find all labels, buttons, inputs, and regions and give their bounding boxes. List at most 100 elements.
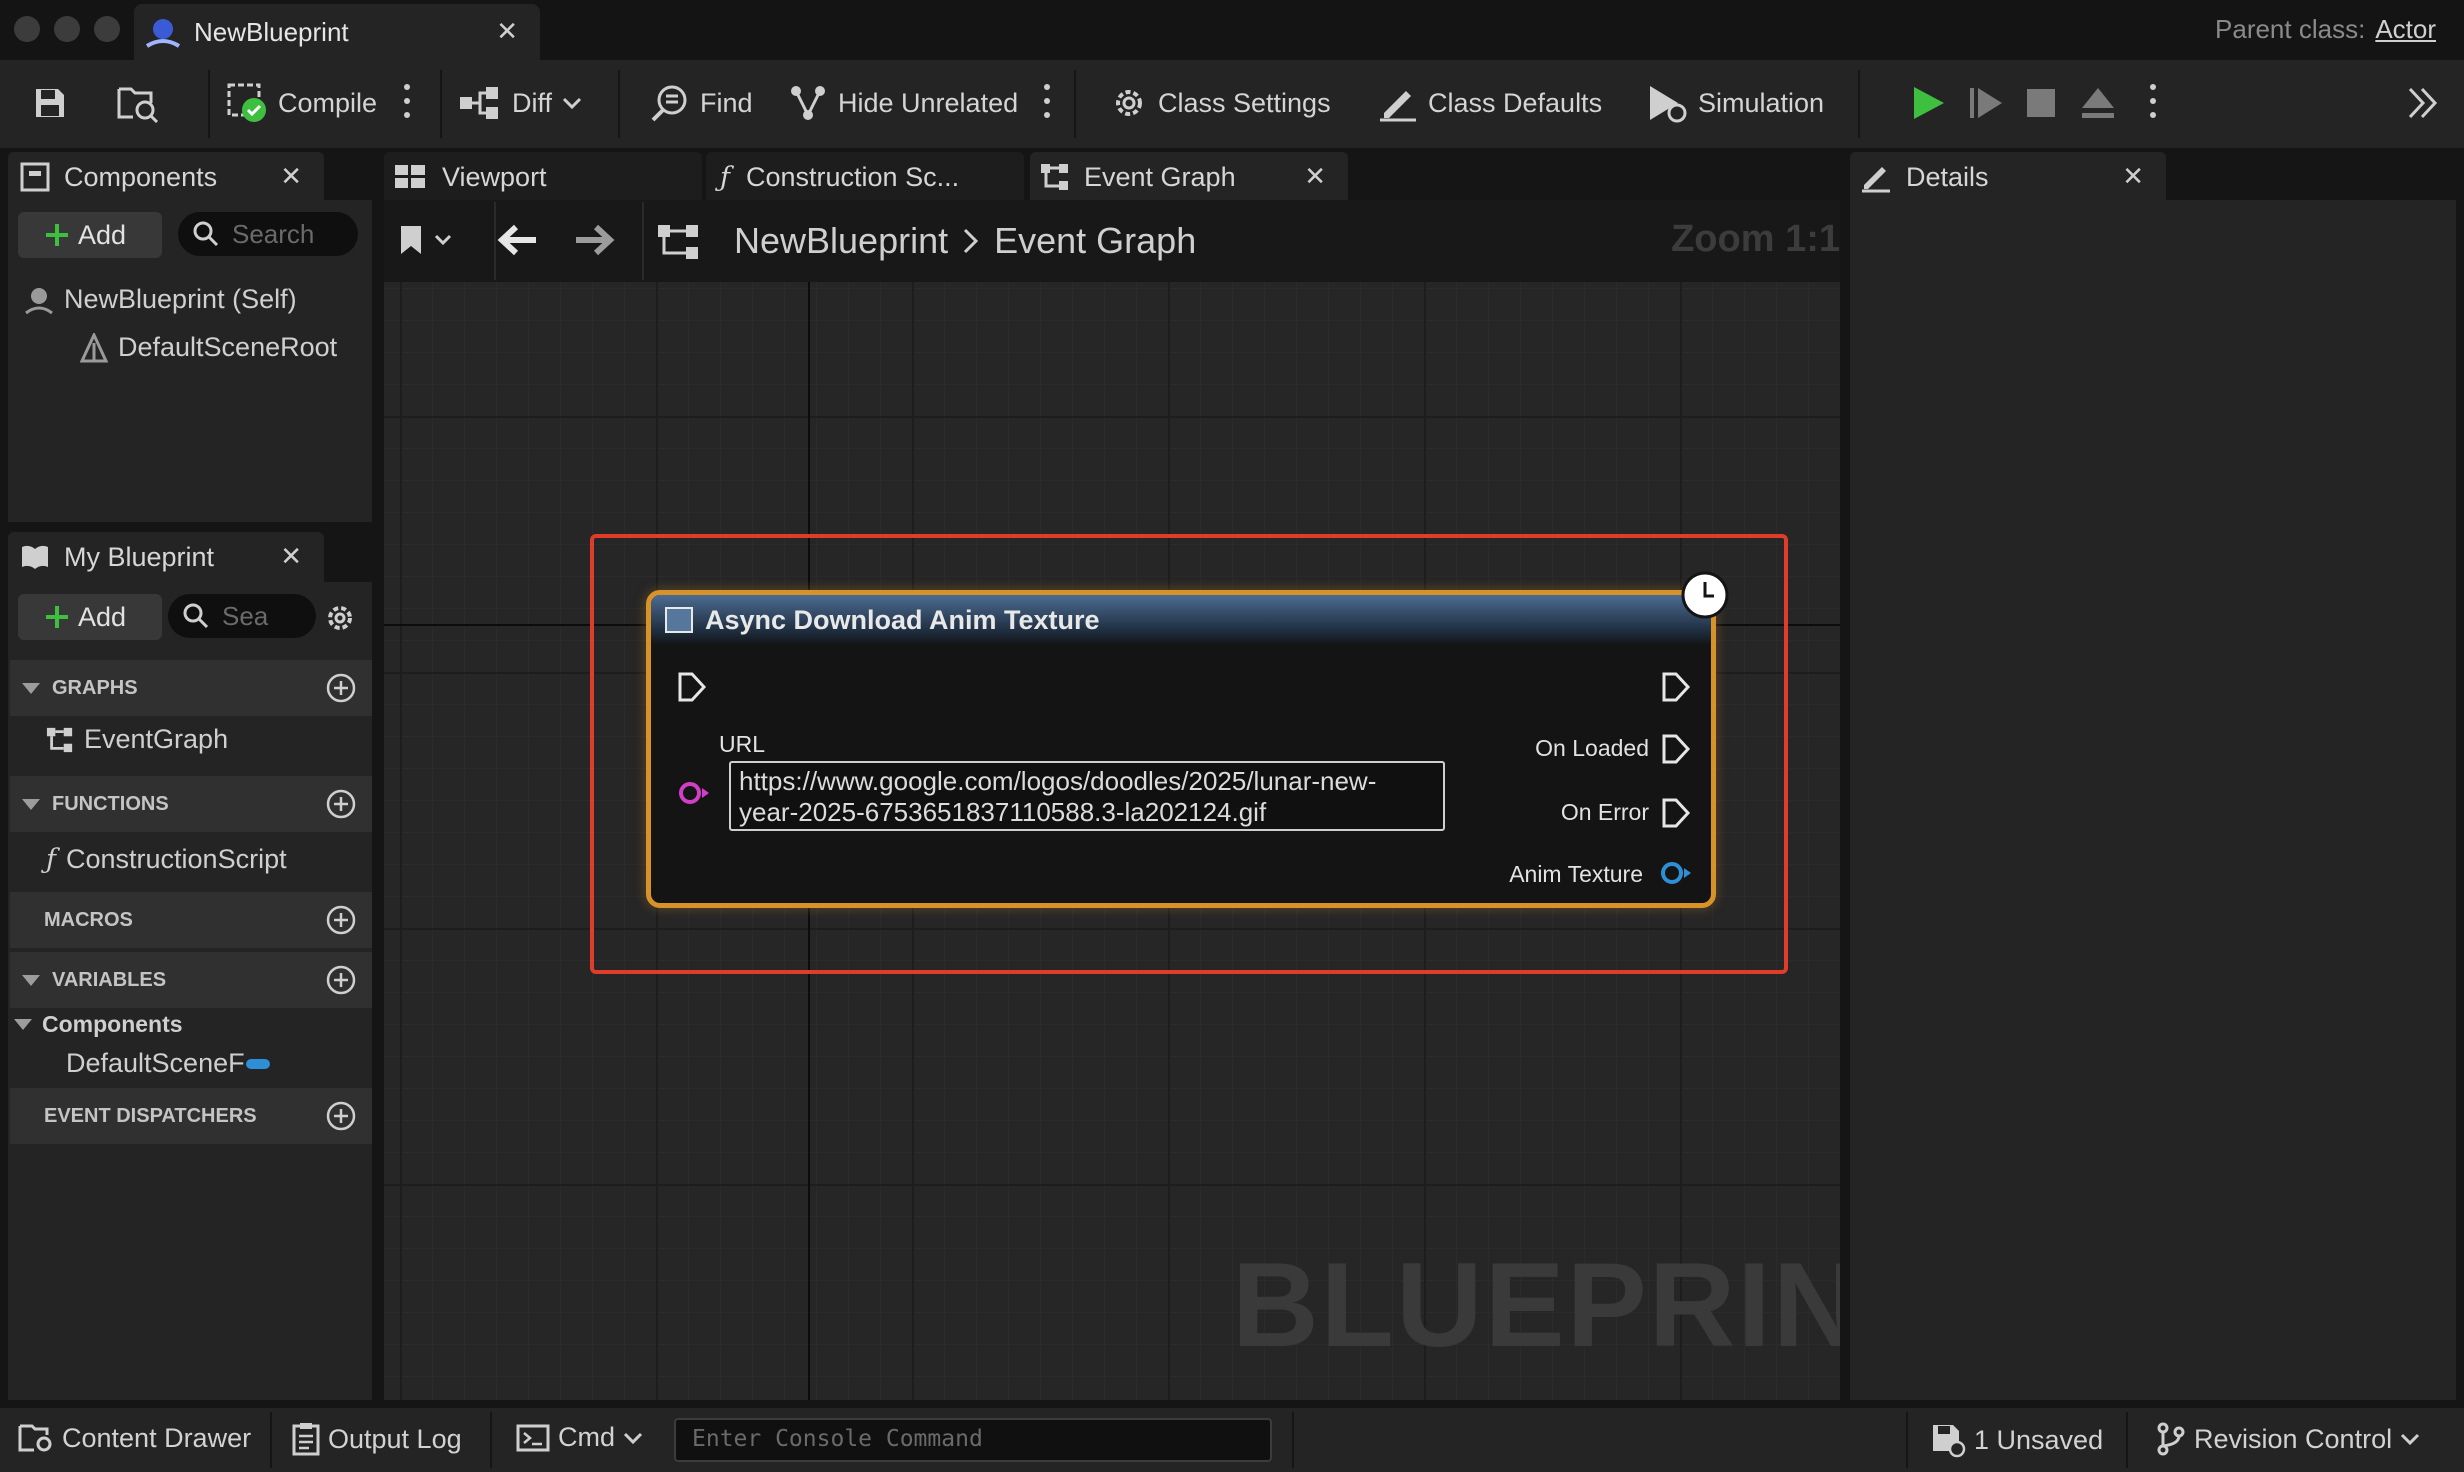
parent-class-link[interactable]: Actor [2375, 14, 2436, 44]
on-error-pin[interactable] [1661, 797, 1691, 829]
browse-button[interactable] [116, 80, 160, 126]
tab-viewport[interactable]: Viewport [384, 152, 702, 202]
object-pin-icon [1661, 862, 1691, 884]
stop-icon [2027, 89, 2055, 117]
components-search-placeholder: Search [232, 218, 315, 249]
breadcrumb-blueprint[interactable]: NewBlueprint [734, 220, 948, 262]
section-macros-label: MACROS [44, 908, 133, 931]
hide-unrelated-label: Hide Unrelated [838, 87, 1019, 118]
graph-item-eventgraph[interactable]: EventGraph [46, 724, 228, 755]
stop-button[interactable] [2026, 80, 2056, 126]
window-close-dot[interactable] [14, 16, 40, 42]
plus-icon [46, 224, 68, 246]
parent-class-label: Parent class: [2215, 14, 2366, 44]
content-drawer-button[interactable]: Content Drawer [18, 1422, 251, 1454]
my-blueprint-search-placeholder: Sea [222, 600, 269, 631]
window-minimize-dot[interactable] [54, 16, 80, 42]
variable-item-defaultsceneroot[interactable]: DefaultSceneF [66, 1048, 270, 1079]
tab-components-label: Components [64, 161, 218, 192]
simulation-label: Simulation [1698, 87, 1825, 118]
breadcrumb-graph[interactable]: Event Graph [994, 220, 1196, 262]
window-maximize-dot[interactable] [94, 16, 120, 42]
blueprint-watermark: BLUEPRINT [1232, 1238, 1937, 1372]
node-header[interactable]: Async Download Anim Texture [651, 595, 1711, 645]
compile-button[interactable]: Compile [226, 80, 377, 126]
find-button[interactable]: Find [650, 80, 753, 126]
bookmark-button[interactable] [398, 224, 452, 256]
my-blueprint-settings-icon[interactable] [324, 602, 356, 634]
save-icon [36, 89, 64, 117]
play-button[interactable] [1910, 80, 1946, 126]
output-log-button[interactable]: Output Log [292, 1422, 462, 1456]
tab-my-blueprint[interactable]: My Blueprint ✕ [8, 532, 324, 582]
revision-control-label: Revision Control [2194, 1423, 2393, 1454]
tab-event-graph-close-icon[interactable]: ✕ [1304, 161, 1326, 192]
component-item-self[interactable]: NewBlueprint (Self) [24, 284, 297, 315]
anim-texture-pin[interactable] [1659, 859, 1693, 887]
async-download-anim-texture-node[interactable]: Async Download Anim Texture URL https://… [646, 590, 1716, 908]
function-item-constructionscript-label: ConstructionScript [66, 844, 287, 874]
simulation-button[interactable]: Simulation [1646, 80, 1824, 126]
document-tab[interactable]: NewBlueprint ✕ [134, 4, 540, 60]
compile-options-icon[interactable] [404, 84, 410, 124]
save-button[interactable] [32, 80, 68, 126]
add-variable-icon[interactable] [326, 965, 356, 995]
exec-pin-icon [1662, 734, 1691, 764]
section-functions[interactable]: FUNCTIONS [10, 776, 372, 832]
document-tab-close-icon[interactable]: ✕ [496, 16, 518, 47]
section-variables[interactable]: VARIABLES [10, 952, 372, 1008]
tab-details-close-icon[interactable]: ✕ [2122, 161, 2144, 192]
cmd-dropdown[interactable]: Cmd [516, 1422, 643, 1453]
function-icon: ƒ [46, 844, 56, 875]
unsaved-button[interactable]: 1 Unsaved [1930, 1422, 2103, 1458]
my-blueprint-search-input[interactable]: Sea [168, 594, 316, 638]
diff-button[interactable]: Diff [458, 80, 582, 126]
section-graphs[interactable]: GRAPHS [10, 660, 372, 716]
exec-output-pin[interactable] [1661, 671, 1691, 703]
tab-my-blueprint-close-icon[interactable]: ✕ [280, 541, 302, 572]
tab-construction-script[interactable]: ƒ Construction Sc... [706, 152, 1024, 202]
component-item-default-scene-root[interactable]: DefaultSceneRoot [80, 332, 337, 363]
components-search-input[interactable]: Search [178, 212, 358, 256]
section-macros[interactable]: MACROS [10, 892, 372, 948]
components-panel: Add Search NewBlueprint (Self) DefaultSc… [8, 200, 372, 522]
add-macro-icon[interactable] [326, 905, 356, 935]
blueprint-icon [144, 16, 182, 50]
play-options-icon[interactable] [2150, 84, 2156, 124]
components-add-button[interactable]: Add [18, 212, 162, 258]
forward-button[interactable] [572, 222, 616, 258]
simulation-icon [1650, 86, 1687, 123]
add-graph-icon[interactable] [326, 673, 356, 703]
chevron-down-icon [434, 234, 452, 246]
on-loaded-pin[interactable] [1661, 733, 1691, 765]
add-function-icon[interactable] [326, 789, 356, 819]
output-log-label: Output Log [328, 1423, 462, 1454]
expand-arrow-icon [14, 1019, 32, 1030]
tab-components[interactable]: Components ✕ [8, 152, 324, 202]
tab-components-close-icon[interactable]: ✕ [280, 161, 302, 192]
exec-input-pin[interactable] [677, 671, 707, 703]
eject-button[interactable] [2080, 80, 2116, 126]
hide-unrelated-options-icon[interactable] [1044, 84, 1050, 124]
url-input-field[interactable]: https://www.google.com/logos/doodles/202… [729, 761, 1445, 831]
function-item-constructionscript[interactable]: ƒ ConstructionScript [46, 844, 287, 875]
back-button[interactable] [496, 222, 540, 258]
hide-unrelated-button[interactable]: Hide Unrelated [788, 80, 1018, 126]
section-event-dispatchers[interactable]: EVENT DISPATCHERS [10, 1088, 372, 1144]
tab-details[interactable]: Details ✕ [1850, 152, 2166, 202]
revision-control-dropdown[interactable]: Revision Control [2156, 1422, 2420, 1456]
add-event-dispatcher-icon[interactable] [326, 1101, 356, 1131]
advance-frame-button[interactable] [1968, 80, 2004, 126]
variables-category-components[interactable]: Components [14, 1011, 183, 1038]
toolbar-overflow-button[interactable] [2406, 80, 2440, 126]
url-input-pin[interactable] [677, 779, 711, 807]
console-command-input[interactable]: Enter Console Command [674, 1418, 1272, 1462]
hide-unrelated-icon [791, 86, 825, 120]
zoom-level: Zoom 1:1 [1671, 218, 1840, 260]
tab-event-graph[interactable]: Event Graph ✕ [1030, 152, 1348, 202]
my-blueprint-add-button[interactable]: Add [18, 594, 162, 640]
class-defaults-button[interactable]: Class Defaults [1378, 80, 1602, 126]
class-settings-button[interactable]: Class Settings [1110, 80, 1331, 126]
edit-defaults-icon [1380, 91, 1416, 122]
document-tab-label: NewBlueprint [194, 17, 349, 47]
